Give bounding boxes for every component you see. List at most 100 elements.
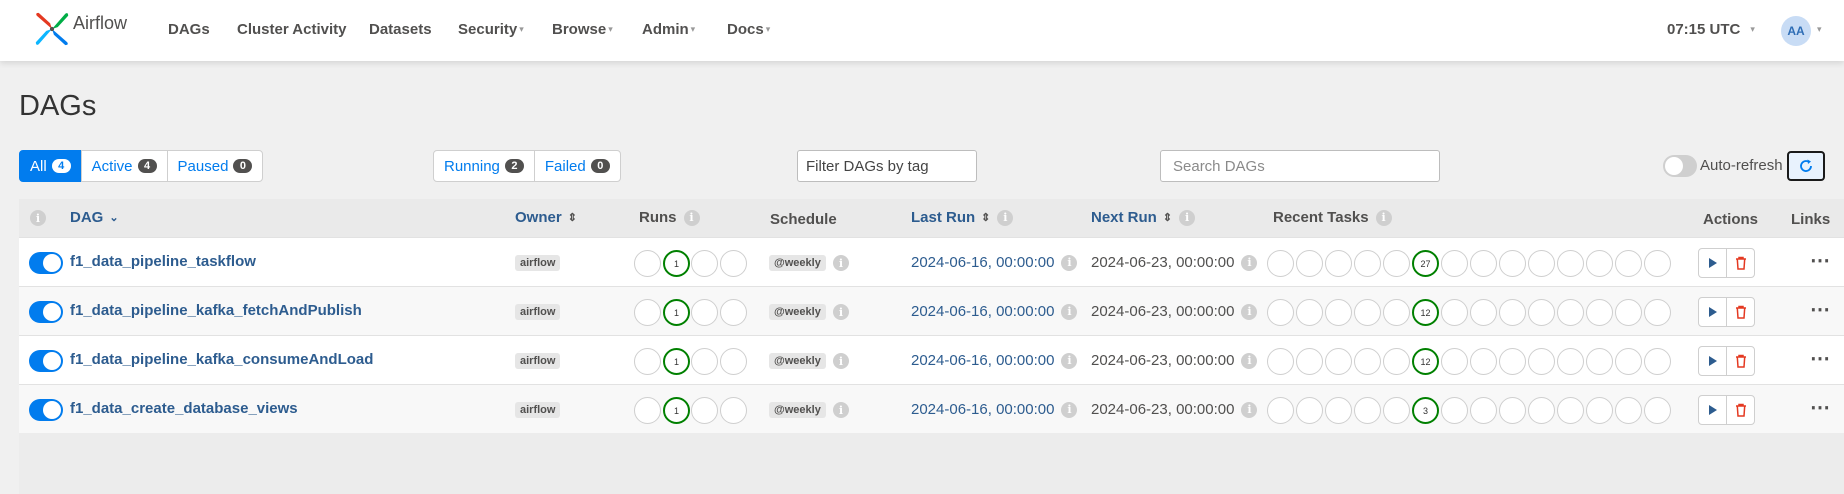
task-state-circle[interactable] [1644,250,1671,277]
filter-paused-button[interactable]: Paused 0 [166,150,264,182]
info-icon[interactable]: i [1241,303,1258,320]
more-horizontal-icon[interactable]: ⋯ [1810,346,1830,371]
owner-tag[interactable]: airflow [515,353,561,369]
last-run-date[interactable]: 2024-06-16, 00:00:00 i [911,352,1078,369]
nav-browse-dropdown[interactable]: Browse ▾ [552,21,613,38]
dag-pause-toggle[interactable] [29,399,63,421]
owner-tag[interactable]: airflow [515,304,561,320]
task-state-circle[interactable] [1615,397,1642,424]
run-state-circle[interactable] [720,397,747,424]
chevron-down-icon[interactable]: ▾ [1817,24,1822,35]
run-state-circle[interactable] [720,348,747,375]
timezone-dropdown[interactable]: 07:15 UTC ▾ [1667,21,1755,38]
dag-pause-toggle[interactable] [29,301,63,323]
tag-filter-input[interactable] [797,150,977,182]
filter-running-button[interactable]: Running 2 [433,150,535,182]
run-state-circle[interactable] [691,397,718,424]
task-state-circle[interactable] [1325,299,1352,326]
task-state-circle[interactable] [1383,397,1410,424]
info-icon[interactable]: i [1061,303,1078,320]
run-state-circle[interactable] [691,299,718,326]
task-state-circle[interactable] [1296,348,1323,375]
run-state-circle[interactable] [634,299,661,326]
task-state-circle[interactable] [1644,348,1671,375]
task-state-circle[interactable] [1296,397,1323,424]
refresh-button[interactable] [1787,151,1825,181]
more-horizontal-icon[interactable]: ⋯ [1810,395,1830,420]
owner-tag[interactable]: airflow [515,402,561,418]
task-state-circle[interactable] [1557,348,1584,375]
dag-name-link[interactable]: f1_data_pipeline_taskflow [70,253,256,270]
run-state-circle[interactable] [634,348,661,375]
task-state-circle[interactable] [1441,348,1468,375]
filter-all-button[interactable]: All 4 [19,150,82,182]
task-state-circle[interactable] [1296,299,1323,326]
run-state-success-circle[interactable]: 1 [663,397,690,424]
info-icon[interactable]: i [1241,254,1258,271]
task-state-circle[interactable] [1383,250,1410,277]
run-state-circle[interactable] [720,299,747,326]
delete-dag-button[interactable] [1726,346,1755,376]
more-horizontal-icon[interactable]: ⋯ [1810,297,1830,322]
nav-cluster-activity[interactable]: Cluster Activity [237,21,346,38]
task-state-circle[interactable] [1383,299,1410,326]
task-state-circle[interactable] [1586,397,1613,424]
trigger-dag-button[interactable] [1698,346,1727,376]
task-state-circle[interactable] [1354,299,1381,326]
header-dag-sort[interactable]: DAG ⌄ [70,209,119,226]
task-state-circle[interactable] [1499,250,1526,277]
task-state-circle[interactable] [1383,348,1410,375]
task-state-circle[interactable] [1557,397,1584,424]
task-state-circle[interactable] [1586,348,1613,375]
last-run-date[interactable]: 2024-06-16, 00:00:00 i [911,401,1078,418]
header-next-run-sort[interactable]: Next Run ⇕ i [1091,209,1196,226]
task-state-success-circle[interactable]: 12 [1412,299,1439,326]
task-state-circle[interactable] [1325,250,1352,277]
info-icon[interactable]: i [683,209,700,226]
dag-pause-toggle[interactable] [29,350,63,372]
task-state-circle[interactable] [1325,348,1352,375]
schedule-tag[interactable]: @weekly [769,353,826,369]
info-icon[interactable]: i [1179,209,1196,226]
task-state-circle[interactable] [1499,397,1526,424]
task-state-circle[interactable] [1470,299,1497,326]
header-owner-sort[interactable]: Owner ⇕ [515,209,577,226]
task-state-circle[interactable] [1528,397,1555,424]
filter-active-button[interactable]: Active 4 [80,150,168,182]
run-state-success-circle[interactable]: 1 [663,250,690,277]
nav-admin-dropdown[interactable]: Admin ▾ [642,21,695,38]
run-state-circle[interactable] [691,250,718,277]
info-icon[interactable]: i [997,209,1014,226]
last-run-date[interactable]: 2024-06-16, 00:00:00 i [911,254,1078,271]
brand-logo-link[interactable]: Airflow [33,9,127,49]
task-state-circle[interactable] [1267,299,1294,326]
trigger-dag-button[interactable] [1698,297,1727,327]
trigger-dag-button[interactable] [1698,248,1727,278]
task-state-circle[interactable] [1499,348,1526,375]
delete-dag-button[interactable] [1726,297,1755,327]
task-state-circle[interactable] [1615,348,1642,375]
user-avatar[interactable]: AA [1781,16,1811,46]
info-icon[interactable]: i [833,353,849,369]
owner-tag[interactable]: airflow [515,255,561,271]
task-state-circle[interactable] [1586,299,1613,326]
info-icon[interactable]: i [833,304,849,320]
auto-refresh-toggle[interactable] [1663,155,1697,177]
run-state-success-circle[interactable]: 1 [663,299,690,326]
delete-dag-button[interactable] [1726,395,1755,425]
more-horizontal-icon[interactable]: ⋯ [1810,248,1830,273]
task-state-circle[interactable] [1644,299,1671,326]
search-dags-input[interactable] [1160,150,1440,182]
info-icon[interactable]: i [1061,352,1078,369]
task-state-circle[interactable] [1441,299,1468,326]
task-state-circle[interactable] [1470,250,1497,277]
trigger-dag-button[interactable] [1698,395,1727,425]
nav-datasets[interactable]: Datasets [369,21,432,38]
task-state-circle[interactable] [1557,250,1584,277]
info-icon[interactable]: i [833,255,849,271]
task-state-circle[interactable] [1470,397,1497,424]
dag-name-link[interactable]: f1_data_pipeline_kafka_consumeAndLoad [70,351,373,368]
info-icon[interactable]: i [1375,209,1392,226]
task-state-circle[interactable] [1267,397,1294,424]
dag-name-link[interactable]: f1_data_create_database_views [70,400,298,417]
